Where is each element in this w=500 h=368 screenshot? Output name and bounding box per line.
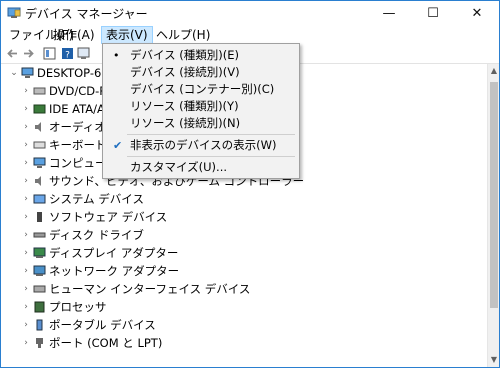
maximize-button[interactable]: ☐: [411, 1, 455, 25]
scroll-down-icon[interactable]: ▼: [488, 353, 499, 367]
chevron-right-icon[interactable]: ›: [21, 122, 31, 132]
view-menu-dropdown: • デバイス (種類別)(E) デバイス (接続別)(V) デバイス (コンテナ…: [102, 43, 300, 179]
menu-option-label: デバイス (コンテナー別)(C): [130, 82, 275, 96]
disk-drive-icon: [33, 232, 46, 238]
menu-option-label: リソース (接続別)(N): [130, 116, 241, 130]
tree-item-label: ヒューマン インターフェイス デバイス: [49, 282, 251, 296]
minimize-button[interactable]: —: [367, 1, 411, 25]
computer-icon: [33, 157, 46, 168]
chevron-right-icon[interactable]: ›: [21, 320, 31, 330]
port-icon: [36, 338, 43, 348]
chevron-right-icon[interactable]: ›: [21, 302, 31, 312]
properties-icon[interactable]: [43, 47, 56, 60]
chevron-right-icon[interactable]: ›: [21, 158, 31, 168]
dvd-drive-icon: [33, 87, 46, 95]
chevron-right-icon[interactable]: ›: [21, 86, 31, 96]
menu-option-customize[interactable]: カスタマイズ(U)...: [103, 159, 299, 176]
processor-icon: [34, 301, 45, 313]
menu-separator: [127, 156, 295, 157]
menu-option-label: リソース (種類別)(Y): [130, 99, 239, 113]
tree-item-label: キーボード: [49, 138, 107, 152]
chevron-right-icon[interactable]: ›: [21, 284, 31, 294]
chevron-right-icon[interactable]: ›: [21, 338, 31, 348]
chevron-right-icon[interactable]: ›: [21, 176, 31, 186]
speaker-icon: [35, 176, 41, 186]
menu-option-resources-by-connection[interactable]: リソース (接続別)(N): [103, 115, 299, 132]
scan-hardware-icon[interactable]: [77, 47, 90, 60]
display-adapter-icon: [33, 247, 46, 258]
menu-option-label: カスタマイズ(U)...: [130, 160, 228, 174]
chevron-right-icon[interactable]: ›: [21, 194, 31, 204]
maximize-icon: ☐: [427, 5, 439, 21]
minimize-icon: —: [382, 5, 396, 21]
forward-arrow-icon[interactable]: [22, 47, 35, 60]
chevron-down-icon[interactable]: ⌄: [9, 68, 19, 78]
tree-item-label: システム デバイス: [49, 192, 144, 206]
device-manager-window: デバイス マネージャー — ☐ ✕ ファイル(F) 操作(A) 表示(V) ヘル…: [0, 0, 500, 368]
ide-controller-icon: [33, 104, 46, 114]
tree-item-label: ディスク ドライブ: [49, 228, 144, 242]
checkmark-icon: ✔: [113, 139, 123, 152]
chevron-right-icon[interactable]: ›: [21, 212, 31, 222]
scroll-up-icon[interactable]: ▲: [488, 64, 499, 78]
title-bar: デバイス マネージャー — ☐ ✕: [1, 1, 499, 25]
window-title: デバイス マネージャー: [25, 7, 148, 21]
chevron-right-icon[interactable]: ›: [21, 230, 31, 240]
tree-item-label: ネットワーク アダプター: [49, 264, 180, 278]
audio-icon: [35, 122, 41, 132]
menu-action[interactable]: 操作(A): [49, 27, 99, 43]
close-button[interactable]: ✕: [455, 1, 499, 25]
software-device-icon: [37, 212, 42, 222]
menu-option-devices-by-connection[interactable]: デバイス (接続別)(V): [103, 64, 299, 81]
vertical-scrollbar[interactable]: ▲ ▼: [487, 64, 499, 367]
menu-option-label: デバイス (種類別)(E): [130, 48, 240, 62]
tree-item-label: ポート (COM と LPT): [49, 336, 163, 350]
chevron-right-icon[interactable]: ›: [21, 140, 31, 150]
menu-help[interactable]: ヘルプ(H): [152, 27, 214, 43]
chevron-right-icon[interactable]: ›: [21, 266, 31, 276]
chevron-right-icon[interactable]: ›: [21, 104, 31, 114]
help-icon[interactable]: ?: [61, 47, 74, 60]
system-device-icon: [33, 194, 46, 204]
back-arrow-icon[interactable]: [6, 47, 19, 60]
keyboard-icon: [33, 141, 46, 149]
menu-option-resources-by-type[interactable]: リソース (種類別)(Y): [103, 98, 299, 115]
menu-bar: ファイル(F) 操作(A) 表示(V) ヘルプ(H): [1, 25, 499, 45]
portable-device-icon: [36, 319, 43, 331]
hid-icon: [33, 285, 46, 293]
tree-item-label: ポータブル デバイス: [49, 318, 156, 332]
tree-item-label: ソフトウェア デバイス: [49, 210, 168, 224]
selected-bullet-icon: •: [113, 49, 120, 62]
device-manager-app-icon: [7, 7, 21, 18]
menu-option-show-hidden-devices[interactable]: ✔ 非表示のデバイスの表示(W): [103, 137, 299, 154]
network-adapter-icon: [33, 265, 46, 276]
menu-option-label: デバイス (接続別)(V): [130, 65, 240, 79]
computer-icon: [21, 67, 34, 78]
chevron-right-icon[interactable]: ›: [21, 248, 31, 258]
menu-option-devices-by-container[interactable]: デバイス (コンテナー別)(C): [103, 81, 299, 98]
menu-view[interactable]: 表示(V): [101, 26, 153, 44]
close-icon: ✕: [471, 5, 483, 21]
svg-text:?: ?: [65, 51, 70, 61]
scrollbar-thumb[interactable]: [490, 82, 498, 308]
menu-option-devices-by-type[interactable]: • デバイス (種類別)(E): [103, 47, 299, 64]
menu-separator: [127, 134, 295, 135]
tree-item-label: ディスプレイ アダプター: [49, 246, 179, 260]
menu-option-label: 非表示のデバイスの表示(W): [130, 138, 277, 152]
tree-item-label: プロセッサ: [49, 300, 107, 314]
